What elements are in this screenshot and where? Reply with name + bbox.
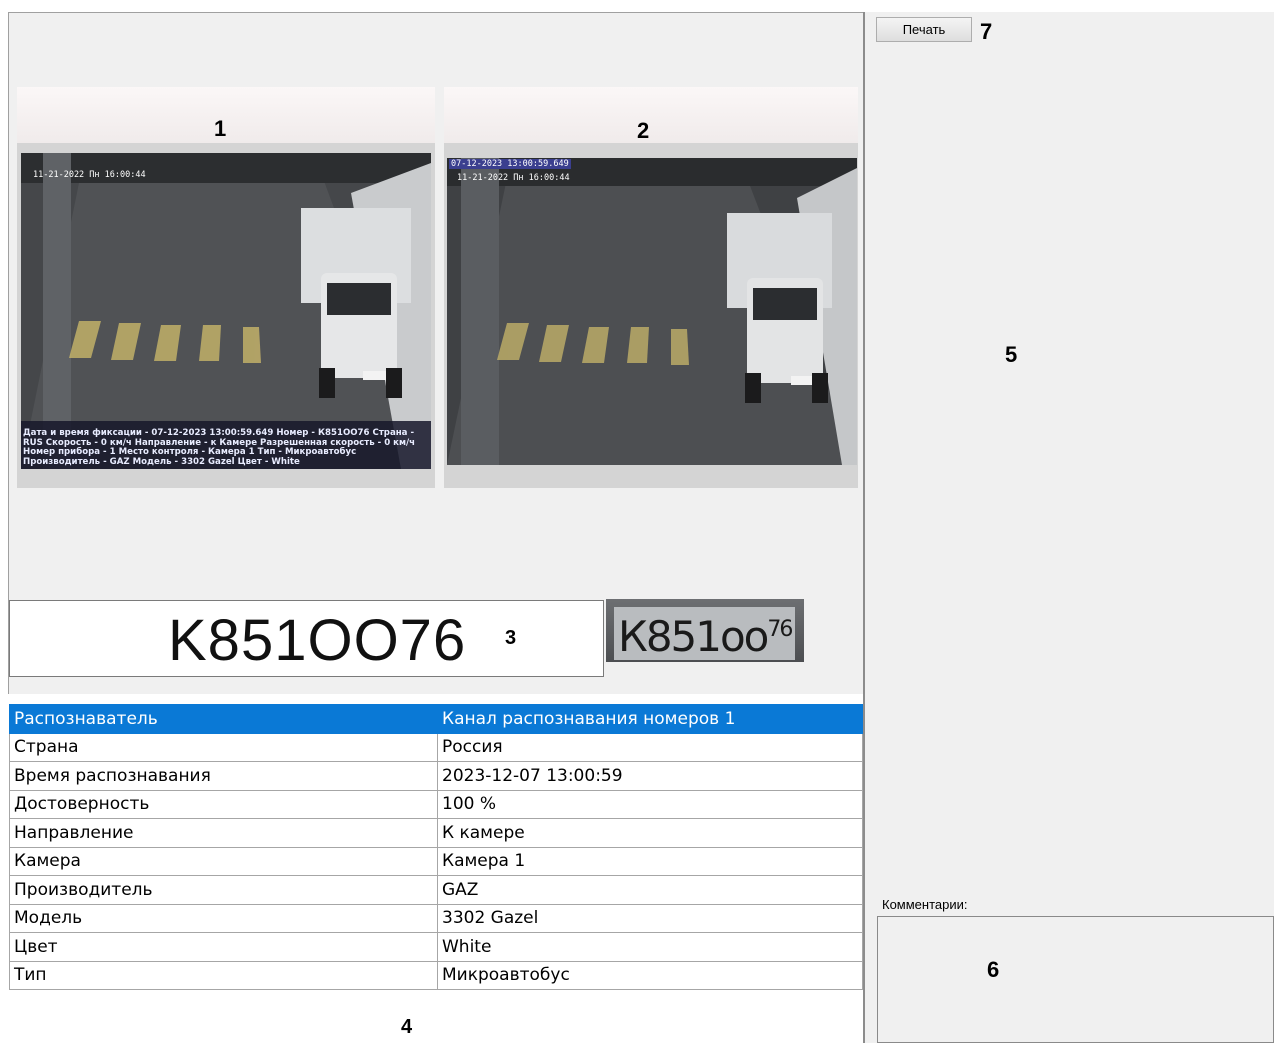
photo-timestamp: 11-21-2022 Пн 16:00:44 [33, 170, 146, 180]
table-row[interactable]: Цвет White [9, 932, 863, 962]
table-row[interactable]: Время распознавания 2023-12-07 13:00:59 [9, 761, 863, 791]
property-value: 2023-12-07 13:00:59 [437, 761, 863, 791]
plate-crop-text: К851оо76 [614, 607, 796, 660]
table-row[interactable]: Производитель GAZ [9, 875, 863, 905]
property-name: Камера [9, 846, 438, 876]
marker-4: 4 [401, 1016, 413, 1038]
table-row[interactable]: Достоверность 100 % [9, 789, 863, 819]
marker-1: 1 [214, 116, 227, 141]
marker-5: 5 [1005, 342, 1018, 367]
property-name: Цвет [9, 932, 438, 962]
property-name: Тип [9, 960, 438, 990]
side-panel [865, 12, 1274, 1043]
property-name: Время распознавания [9, 761, 438, 791]
table-row[interactable]: Камера Камера 1 [9, 846, 863, 876]
property-value: Камера 1 [437, 846, 863, 876]
table-row[interactable]: Направление К камере [9, 818, 863, 848]
marker-3: 3 [505, 627, 517, 649]
photo-overlay-info: Дата и время фиксации - 07-12-2023 13:00… [23, 428, 416, 467]
property-name: Производитель [9, 875, 438, 905]
property-name: Страна [9, 732, 438, 762]
photo-capture-time: 07-12-2023 13:00:59.649 [449, 159, 571, 169]
photo-card-header [444, 87, 858, 143]
street-scene-image [21, 153, 431, 469]
table-row[interactable]: Модель 3302 Gazel [9, 903, 863, 933]
property-value: White [437, 932, 863, 962]
street-scene-image [447, 158, 857, 465]
recognition-properties-table: Распознаватель Канал распознавания номер… [9, 704, 863, 990]
property-value: К камере [437, 818, 863, 848]
table-row[interactable]: Страна Россия [9, 732, 863, 762]
property-value: Канал распознавания номеров 1 [437, 704, 863, 734]
photo-timestamp: 11-21-2022 Пн 16:00:44 [457, 173, 570, 183]
property-value: 100 % [437, 789, 863, 819]
plate-number-text: K851OO76 [168, 608, 467, 673]
property-name: Достоверность [9, 789, 438, 819]
vehicle-photo-1[interactable]: 11-21-2022 Пн 16:00:44 Дата и время фикс… [21, 153, 431, 469]
comments-input[interactable] [877, 916, 1274, 1043]
plate-crop-region: 76 [767, 617, 793, 642]
marker-6: 6 [987, 957, 1000, 982]
property-name: Распознаватель [9, 704, 438, 734]
property-name: Направление [9, 818, 438, 848]
comments-label: Комментарии: [882, 897, 968, 912]
marker-2: 2 [637, 118, 650, 143]
table-row[interactable]: Распознаватель Канал распознавания номер… [9, 704, 863, 734]
marker-7: 7 [980, 19, 993, 44]
vehicle-photo-2[interactable]: 07-12-2023 13:00:59.649 11-21-2022 Пн 16… [447, 158, 857, 465]
property-name: Модель [9, 903, 438, 933]
property-value: 3302 Gazel [437, 903, 863, 933]
plate-crop-image: К851оо76 [606, 599, 804, 662]
print-button[interactable]: Печать [876, 17, 972, 42]
table-row[interactable]: Тип Микроавтобус [9, 960, 863, 990]
property-value: Микроавтобус [437, 960, 863, 990]
property-value: Россия [437, 732, 863, 762]
property-value: GAZ [437, 875, 863, 905]
